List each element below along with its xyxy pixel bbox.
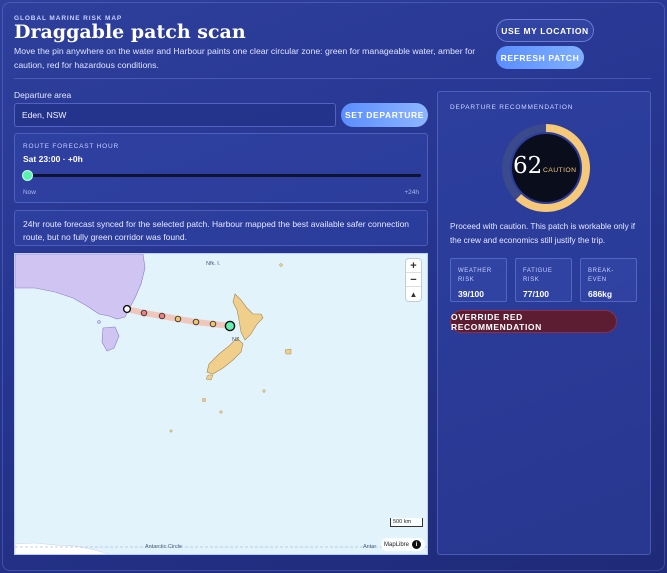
metric-break-even: BREAK-EVEN 686kg: [580, 258, 637, 302]
override-red-recommendation-button[interactable]: OVERRIDE RED RECOMMENDATION: [450, 310, 617, 333]
map-canvas[interactable]: [15, 254, 428, 555]
forecast-value: Sat 23:00 · +0h: [23, 154, 83, 164]
metric-value: 39/100: [458, 289, 484, 299]
route-waypoint[interactable]: [209, 320, 217, 328]
compass-reset-button[interactable]: ▲: [406, 287, 421, 301]
route-waypoint[interactable]: [192, 318, 200, 326]
risk-score: 62: [513, 153, 543, 179]
set-departure-button[interactable]: SET DEPARTURE: [341, 103, 428, 127]
metric-fatigue-risk: FATIGUE RISK 77/100: [515, 258, 572, 302]
forecast-slider-thumb[interactable]: [22, 170, 33, 181]
map-label-nz: NZ: [232, 337, 240, 343]
route-sync-note: 24hr route forecast synced for the selec…: [14, 210, 428, 246]
header-divider: [14, 78, 651, 79]
tasmania: [101, 326, 120, 352]
metric-value: 77/100: [523, 289, 549, 299]
forecast-max-label: +24h: [404, 189, 419, 196]
island-dot: [219, 410, 223, 414]
route-waypoint[interactable]: [158, 312, 166, 320]
departure-input[interactable]: Eden, NSW: [14, 103, 336, 127]
zoom-in-button[interactable]: +: [406, 259, 421, 273]
route-forecast-panel: ROUTE FORECAST HOUR Sat 23:00 · +0h Now …: [14, 133, 428, 203]
chatham-island: [284, 348, 292, 355]
route-waypoint[interactable]: [174, 315, 182, 323]
stewart-island: [205, 374, 214, 381]
antarctica-coast: [15, 542, 110, 554]
metric-weather-risk: WEATHER RISK 39/100: [450, 258, 507, 302]
page-subtitle: Move the pin anywhere on the water and H…: [14, 46, 476, 70]
island-dot: [201, 397, 206, 402]
forecast-label: ROUTE FORECAST HOUR: [23, 143, 119, 150]
patch-pin[interactable]: [224, 320, 236, 332]
zoom-out-button[interactable]: −: [406, 273, 421, 287]
info-icon[interactable]: i: [412, 540, 422, 549]
map-attribution: MapLibre i: [381, 538, 425, 551]
map-label-antarctic-circle-right: Antar: [363, 544, 377, 550]
recommendation-advice: Proceed with caution. This patch is work…: [450, 222, 636, 245]
departure-recommendation-panel: DEPARTURE RECOMMENDATION 62 CAUTION Proc…: [437, 91, 651, 555]
island-dot: [262, 389, 266, 393]
metric-label: WEATHER RISK: [458, 268, 492, 283]
use-my-location-button[interactable]: USE MY LOCATION: [496, 19, 594, 42]
map-zoom-controls: + − ▲: [406, 259, 421, 301]
island-dot: [169, 429, 173, 433]
nz-south-island: [206, 337, 244, 375]
island-dot: [97, 320, 101, 324]
map-scale-bar: 500 km: [390, 518, 423, 527]
recommendation-label: DEPARTURE RECOMMENDATION: [450, 104, 574, 111]
page-title: Draggable patch scan: [14, 21, 246, 43]
attribution-text: MapLibre: [384, 541, 410, 548]
forecast-min-label: Now: [23, 189, 37, 196]
map-label-norfolk: Nfk. I.: [206, 261, 221, 267]
map-label-antarctic-circle: Antarctic Circle: [145, 544, 182, 550]
route-waypoint[interactable]: [140, 309, 148, 317]
metric-label: FATIGUE RISK: [523, 268, 553, 283]
metric-label: BREAK-EVEN: [588, 268, 614, 283]
route-waypoint-start[interactable]: [122, 304, 132, 314]
island-dot: [279, 263, 283, 267]
nz-north-island: [232, 293, 264, 341]
marine-map[interactable]: Nfk. I. NZ Antarctic Circle Antar + − ▲ …: [14, 253, 428, 555]
departure-label: Departure area: [14, 90, 72, 100]
forecast-slider-track[interactable]: [26, 174, 421, 177]
metric-value: 686kg: [588, 289, 613, 299]
refresh-patch-button[interactable]: REFRESH PATCH: [496, 46, 584, 69]
risk-band: CAUTION: [543, 167, 577, 174]
